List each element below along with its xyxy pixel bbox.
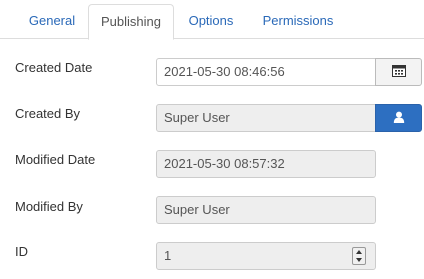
calendar-button[interactable] — [375, 58, 422, 86]
created-date-label: Created Date — [15, 60, 93, 75]
modified-by-input: Super User — [156, 196, 376, 224]
calendar-icon — [391, 64, 406, 80]
select-user-button[interactable] — [375, 104, 422, 132]
id-input[interactable]: 1 — [156, 242, 376, 270]
tab-publishing[interactable]: Publishing — [88, 4, 174, 40]
tab-options[interactable]: Options — [175, 4, 247, 39]
spin-up-icon[interactable] — [356, 250, 362, 254]
created-date-input[interactable]: 2021-05-30 08:46:56 — [156, 58, 376, 86]
tab-general[interactable]: General — [16, 4, 88, 39]
created-by-label: Created By — [15, 106, 81, 121]
user-icon — [393, 111, 405, 126]
modified-date-input: 2021-05-30 08:57:32 — [156, 150, 376, 178]
tab-bar: General Publishing Options Permissions — [0, 0, 424, 40]
modified-date-label: Modified Date — [15, 152, 96, 167]
id-label: ID — [15, 244, 28, 259]
number-spinner-icon[interactable] — [352, 247, 366, 265]
spin-down-icon[interactable] — [356, 258, 362, 262]
tab-permissions[interactable]: Permissions — [249, 4, 347, 39]
modified-by-label: Modified By — [15, 199, 83, 214]
created-by-input[interactable]: Super User — [156, 104, 376, 132]
